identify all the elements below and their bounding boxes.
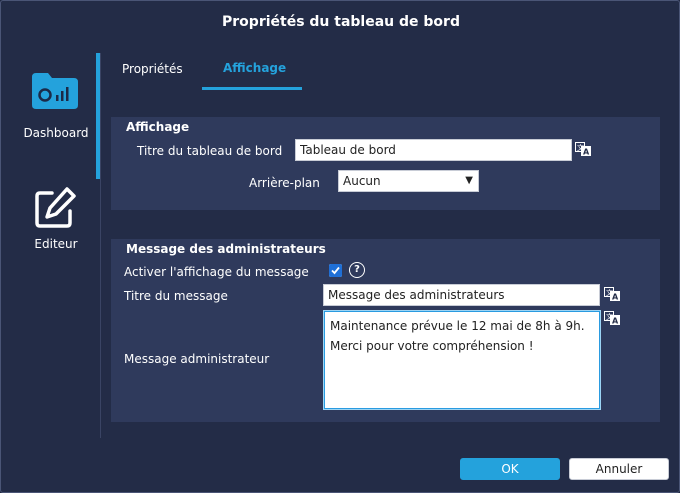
enable-message-checkbox[interactable] — [329, 264, 342, 277]
enable-message-label: Activer l'affichage du message — [124, 265, 309, 279]
svg-text:A: A — [583, 148, 590, 157]
svg-text:A: A — [612, 293, 619, 302]
admin-message-textarea[interactable]: Maintenance prévue le 12 mai de 8h à 9h.… — [324, 311, 600, 409]
help-icon[interactable]: ? — [349, 262, 365, 278]
section-title-admin-message: Message des administrateurs — [126, 242, 326, 256]
sidebar-active-indicator — [96, 53, 100, 179]
admin-message-section-panel: Message des administrateurs Activer l'af… — [111, 239, 660, 422]
edit-pencil-icon — [35, 187, 76, 228]
dashboard-properties-dialog: Propriétés du tableau de bord Dashboard … — [0, 0, 680, 493]
dashboard-folder-icon — [32, 73, 78, 109]
background-select[interactable]: Aucun ▼ — [338, 170, 479, 192]
cancel-button[interactable]: Annuler — [569, 458, 669, 480]
message-title-input[interactable] — [323, 284, 600, 306]
dialog-title: Propriétés du tableau de bord — [222, 14, 460, 30]
display-section-panel: Affichage Titre du tableau de bord 文 A A… — [111, 117, 660, 210]
sidebar-item-label: Dashboard — [23, 126, 89, 140]
ok-button[interactable]: OK — [460, 458, 560, 480]
translate-icon[interactable]: 文 A — [604, 287, 620, 301]
chevron-down-icon: ▼ — [465, 175, 473, 186]
section-title-affichage: Affichage — [126, 120, 190, 134]
background-label: Arrière-plan — [249, 176, 320, 190]
message-title-label: Titre du message — [124, 289, 228, 303]
sidebar-item-dashboard[interactable]: Dashboard — [1, 53, 96, 179]
svg-text:A: A — [612, 317, 619, 326]
translate-icon[interactable]: 文 A — [575, 142, 591, 156]
translate-icon[interactable]: 文 A — [604, 311, 620, 325]
checkmark-icon — [329, 264, 342, 277]
sidebar-item-editeur[interactable]: Editeur — [1, 181, 96, 261]
active-tab-underline — [202, 87, 302, 90]
background-select-value: Aucun — [343, 174, 381, 188]
dashboard-title-input[interactable] — [295, 139, 572, 161]
sidebar-item-label: Editeur — [34, 237, 78, 251]
tab-affichage[interactable]: Affichage — [223, 61, 286, 75]
admin-message-label: Message administrateur — [124, 352, 270, 366]
dashboard-title-label: Titre du tableau de bord — [137, 144, 283, 158]
tab-proprietes[interactable]: Propriétés — [122, 62, 183, 76]
